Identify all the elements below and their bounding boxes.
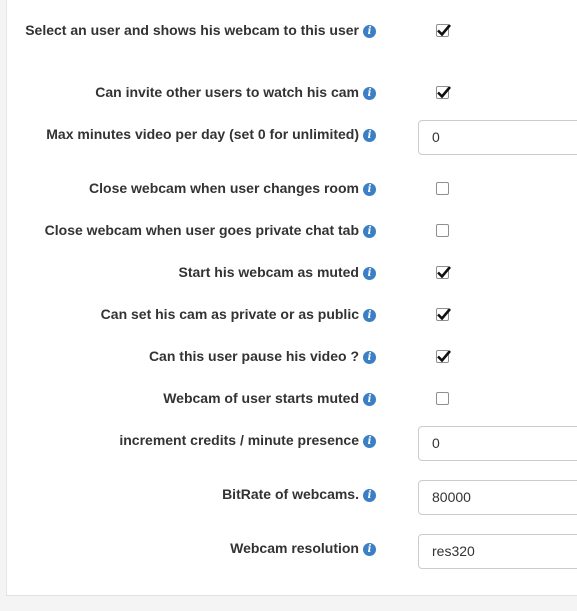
- close-change-room-checkbox[interactable]: [436, 182, 449, 195]
- resolution-select[interactable]: res320: [418, 534, 577, 569]
- info-icon[interactable]: i: [363, 267, 376, 280]
- setting-label-close-change-room: Close webcam when user changes room i: [89, 179, 376, 198]
- info-icon[interactable]: i: [363, 225, 376, 238]
- setting-label-bitrate: BitRate of webcams. i: [222, 485, 376, 504]
- checkmark-icon: [437, 308, 451, 321]
- info-icon[interactable]: i: [363, 351, 376, 364]
- setting-label-pause-video: Can this user pause his video ? i: [149, 347, 376, 366]
- webcam-starts-muted-checkbox[interactable]: [436, 392, 449, 405]
- private-public-checkbox[interactable]: [436, 308, 451, 321]
- info-icon[interactable]: i: [363, 489, 376, 502]
- setting-label-resolution: Webcam resolution i: [230, 539, 376, 558]
- info-icon[interactable]: i: [363, 129, 376, 142]
- pause-video-checkbox[interactable]: [436, 350, 451, 363]
- setting-label-webcam-starts-muted: Webcam of user starts muted i: [163, 389, 376, 408]
- checkmark-icon: [437, 24, 451, 37]
- info-icon[interactable]: i: [363, 543, 376, 556]
- setting-label-max-minutes: Max minutes video per day (set 0 for unl…: [46, 125, 376, 144]
- setting-label-select-user-webcam: Select an user and shows his webcam to t…: [16, 21, 376, 40]
- close-private-chat-checkbox[interactable]: [436, 224, 449, 237]
- invite-users-checkbox[interactable]: [436, 86, 451, 99]
- setting-label-close-private-chat: Close webcam when user goes private chat…: [45, 221, 376, 240]
- select-user-webcam-checkbox[interactable]: [436, 24, 451, 37]
- start-muted-checkbox[interactable]: [436, 266, 451, 279]
- info-icon[interactable]: i: [363, 435, 376, 448]
- info-icon[interactable]: i: [363, 393, 376, 406]
- max-minutes-input[interactable]: 0: [418, 120, 577, 155]
- bitrate-input[interactable]: 80000: [418, 480, 577, 515]
- setting-label-start-muted: Start his webcam as muted i: [178, 263, 376, 282]
- info-icon[interactable]: i: [363, 25, 376, 38]
- checkmark-icon: [437, 350, 451, 363]
- checkmark-icon: [437, 86, 451, 99]
- setting-label-invite-users: Can invite other users to watch his cam i: [95, 83, 376, 102]
- webcam-settings-panel: Select an user and shows his webcam to t…: [6, 0, 577, 596]
- info-icon[interactable]: i: [363, 309, 376, 322]
- info-icon[interactable]: i: [363, 183, 376, 196]
- setting-label-increment-credits: increment credits / minute presence i: [119, 431, 376, 450]
- increment-credits-input[interactable]: 0: [418, 426, 577, 461]
- info-icon[interactable]: i: [363, 87, 376, 100]
- checkmark-icon: [437, 266, 451, 279]
- setting-label-private-public: Can set his cam as private or as public i: [101, 305, 376, 324]
